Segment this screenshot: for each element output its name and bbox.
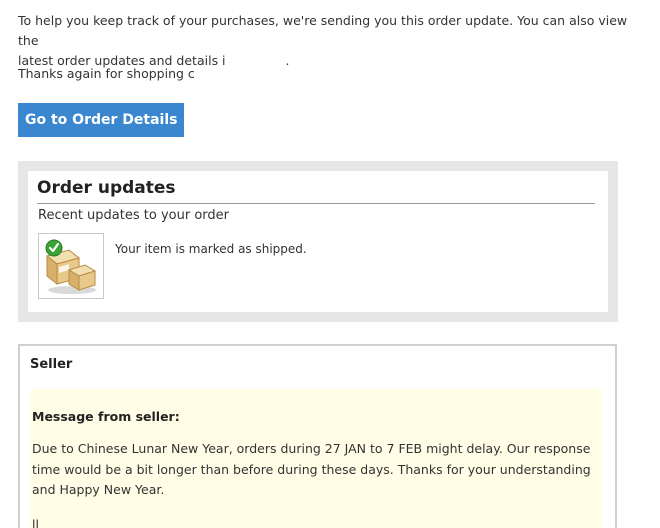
order-updates-title: Order updates: [37, 176, 595, 204]
go-to-order-details-button[interactable]: Go to Order Details: [18, 103, 185, 137]
seller-title: Seller: [30, 357, 73, 372]
message-from-seller-label: Message from seller:: [32, 409, 180, 424]
shipped-boxes-svg: [45, 239, 97, 294]
email-page: To help you keep track of your purchases…: [0, 0, 660, 528]
shipment-status-text: Your item is marked as shipped.: [115, 242, 307, 256]
intro-text: To help you keep track of your purchases…: [18, 11, 638, 71]
intro-line-1: To help you keep track of your purchases…: [18, 13, 628, 48]
order-updates-card: Order updates Recent updates to your ord…: [28, 171, 608, 312]
thanks-text: Thanks again for shopping c: [18, 66, 195, 81]
seller-message-box: Message from seller: Due to Chinese Luna…: [30, 389, 602, 528]
seller-panel: Seller Message from seller: Due to Chine…: [18, 344, 617, 528]
order-updates-panel: Order updates Recent updates to your ord…: [18, 161, 618, 322]
shipped-boxes-icon: [38, 233, 104, 299]
intro-line-2-end: .: [285, 53, 290, 68]
order-updates-subtitle: Recent updates to your order: [38, 208, 229, 223]
seller-message-body: Due to Chinese Lunar New Year, orders du…: [32, 441, 591, 497]
seller-message-tail: ll: [32, 517, 39, 528]
